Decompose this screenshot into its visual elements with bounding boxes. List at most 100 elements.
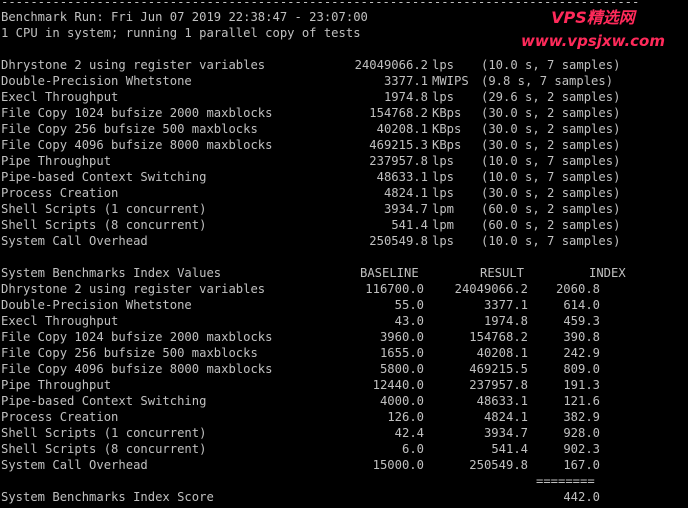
index-row-baseline: 3960.0 (379, 330, 424, 344)
index-row-result: 237957.8 (469, 378, 528, 392)
watermark-url: www.vpsjxw.com (521, 32, 665, 50)
result-value: 469215.3 (369, 138, 428, 152)
result-unit: lps (432, 170, 455, 184)
index-row-result: 3934.7 (483, 426, 528, 440)
index-row-name: Shell Scripts (8 concurrent) (1, 442, 207, 456)
index-row-index: 614.0 (563, 298, 600, 312)
result-row: Pipe-based Context Switching 48633.1 lps (1… (0, 169, 688, 185)
benchmark-run-line: Benchmark Run: Fri Jun 07 2019 22:38:47 … (1, 10, 368, 24)
index-score-value: 442.0 (563, 490, 600, 504)
index-row-baseline: 1655.0 (379, 346, 424, 360)
result-detail: (29.6 s, 2 samples) (481, 90, 621, 104)
index-row-index: 121.6 (563, 394, 600, 408)
result-detail: (30.0 s, 2 samples) (481, 138, 621, 152)
header-result: RESULT (480, 266, 525, 280)
result-name: Shell Scripts (8 concurrent) (1, 218, 207, 232)
index-row-name: Shell Scripts (1 concurrent) (1, 426, 207, 440)
result-name: Dhrystone 2 using register variables (1, 58, 266, 72)
index-row-name: Double-Precision Whetstone (1, 298, 192, 312)
header-baseline: BASELINE (360, 266, 419, 280)
result-name: Execl Throughput (1, 90, 119, 104)
result-unit: KBps (432, 106, 462, 120)
result-row: Dhrystone 2 using register variables 2404… (0, 57, 688, 73)
result-name: File Copy 1024 bufsize 2000 maxblocks (1, 106, 273, 120)
result-detail: (60.0 s, 2 samples) (481, 218, 621, 232)
index-row: System Call Overhead 15000.0 250549.8 167.0 (0, 457, 688, 473)
result-row: Process Creation 4824.1 lps (30.0 s, 2 samp… (0, 185, 688, 201)
index-row-index: 902.3 (563, 442, 600, 456)
index-row-name: Pipe-based Context Switching (1, 394, 207, 408)
result-row: File Copy 4096 bufsize 8000 maxblocks 469… (0, 137, 688, 153)
index-row-name: System Call Overhead (1, 458, 148, 472)
index-row-name: Dhrystone 2 using register variables (1, 282, 266, 296)
score-separator: ======== (536, 474, 595, 488)
index-row-baseline: 55.0 (394, 298, 424, 312)
index-row-result: 4824.1 (483, 410, 528, 424)
index-score-label: System Benchmarks Index Score (1, 490, 214, 504)
result-value: 3377.1 (383, 74, 428, 88)
result-detail: (10.0 s, 7 samples) (481, 234, 621, 248)
result-row: File Copy 1024 bufsize 2000 maxblocks 154… (0, 105, 688, 121)
result-unit: lps (432, 234, 455, 248)
index-row-baseline: 5800.0 (379, 362, 424, 376)
result-value: 1974.8 (383, 90, 428, 104)
result-value: 250549.8 (369, 234, 428, 248)
result-row: System Call Overhead 250549.8 lps (10.0 s, … (0, 233, 688, 249)
index-row-name: Pipe Throughput (1, 378, 112, 392)
result-detail: (30.0 s, 2 samples) (481, 186, 621, 200)
result-value: 40208.1 (376, 122, 428, 136)
index-row-baseline: 116700.0 (365, 282, 424, 296)
terminal-output: ----------------------------------------… (0, 0, 688, 508)
result-detail: (10.0 s, 7 samples) (481, 154, 621, 168)
result-value: 48633.1 (376, 170, 428, 184)
watermark-logo: VPS精选网 www.vpsjxw.com (508, 8, 678, 58)
index-row: Shell Scripts (1 concurrent) 42.4 3934.7 92… (0, 425, 688, 441)
result-value: 3934.7 (383, 202, 428, 216)
watermark-title: VPS精选网 (551, 8, 635, 27)
index-row-result: 1974.8 (483, 314, 528, 328)
header-index: INDEX (589, 266, 626, 280)
result-row: Shell Scripts (1 concurrent) 3934.7 lpm (60… (0, 201, 688, 217)
index-row-name: File Copy 1024 bufsize 2000 maxblocks (1, 330, 273, 344)
result-unit: KBps (432, 138, 462, 152)
result-row: Pipe Throughput 237957.8 lps (10.0 s, 7 sam… (0, 153, 688, 169)
index-row-index: 390.8 (563, 330, 600, 344)
result-unit: KBps (432, 122, 462, 136)
index-row-index: 809.0 (563, 362, 600, 376)
cpu-info-line: 1 CPU in system; running 1 parallel copy… (1, 26, 361, 40)
result-row: Double-Precision Whetstone 3377.1 MWIPS (9.… (0, 73, 688, 89)
index-row-result: 48633.1 (476, 394, 528, 408)
index-row-index: 382.9 (563, 410, 600, 424)
result-value: 24049066.2 (354, 58, 428, 72)
index-row: Dhrystone 2 using register variables 1167… (0, 281, 688, 297)
result-row: Execl Throughput 1974.8 lps (29.6 s, 2 samp… (0, 89, 688, 105)
index-row-baseline: 15000.0 (372, 458, 424, 472)
index-row: Execl Throughput 43.0 1974.8 459.3 (0, 313, 688, 329)
index-row-name: Process Creation (1, 410, 119, 424)
index-row: Pipe-based Context Switching 4000.0 48633.… (0, 393, 688, 409)
index-row-baseline: 126.0 (387, 410, 424, 424)
result-name: File Copy 4096 bufsize 8000 maxblocks (1, 138, 273, 152)
index-row-result: 469215.5 (469, 362, 528, 376)
result-detail: (10.0 s, 7 samples) (481, 170, 621, 184)
result-name: Process Creation (1, 186, 119, 200)
index-row-baseline: 6.0 (401, 442, 424, 456)
index-row: Double-Precision Whetstone 55.0 3377.1 614.… (0, 297, 688, 313)
index-row-name: File Copy 256 bufsize 500 maxblocks (1, 346, 258, 360)
index-row-baseline: 43.0 (394, 314, 424, 328)
index-row-index: 2060.8 (555, 282, 600, 296)
index-row-result: 541.4 (491, 442, 528, 456)
index-row-result: 250549.8 (469, 458, 528, 472)
result-unit: lpm (432, 218, 455, 232)
result-row: File Copy 256 bufsize 500 maxblocks 40208… (0, 121, 688, 137)
index-table-title: System Benchmarks Index Values (1, 266, 222, 280)
result-name: Pipe Throughput (1, 154, 112, 168)
result-row: Shell Scripts (8 concurrent) 541.4 lpm (60.… (0, 217, 688, 233)
index-row-index: 167.0 (563, 458, 600, 472)
result-detail: (10.0 s, 7 samples) (481, 58, 621, 72)
result-detail: (30.0 s, 2 samples) (481, 122, 621, 136)
result-detail: (60.0 s, 2 samples) (481, 202, 621, 216)
index-row-name: Execl Throughput (1, 314, 119, 328)
index-row-baseline: 12440.0 (372, 378, 424, 392)
result-name: Pipe-based Context Switching (1, 170, 207, 184)
